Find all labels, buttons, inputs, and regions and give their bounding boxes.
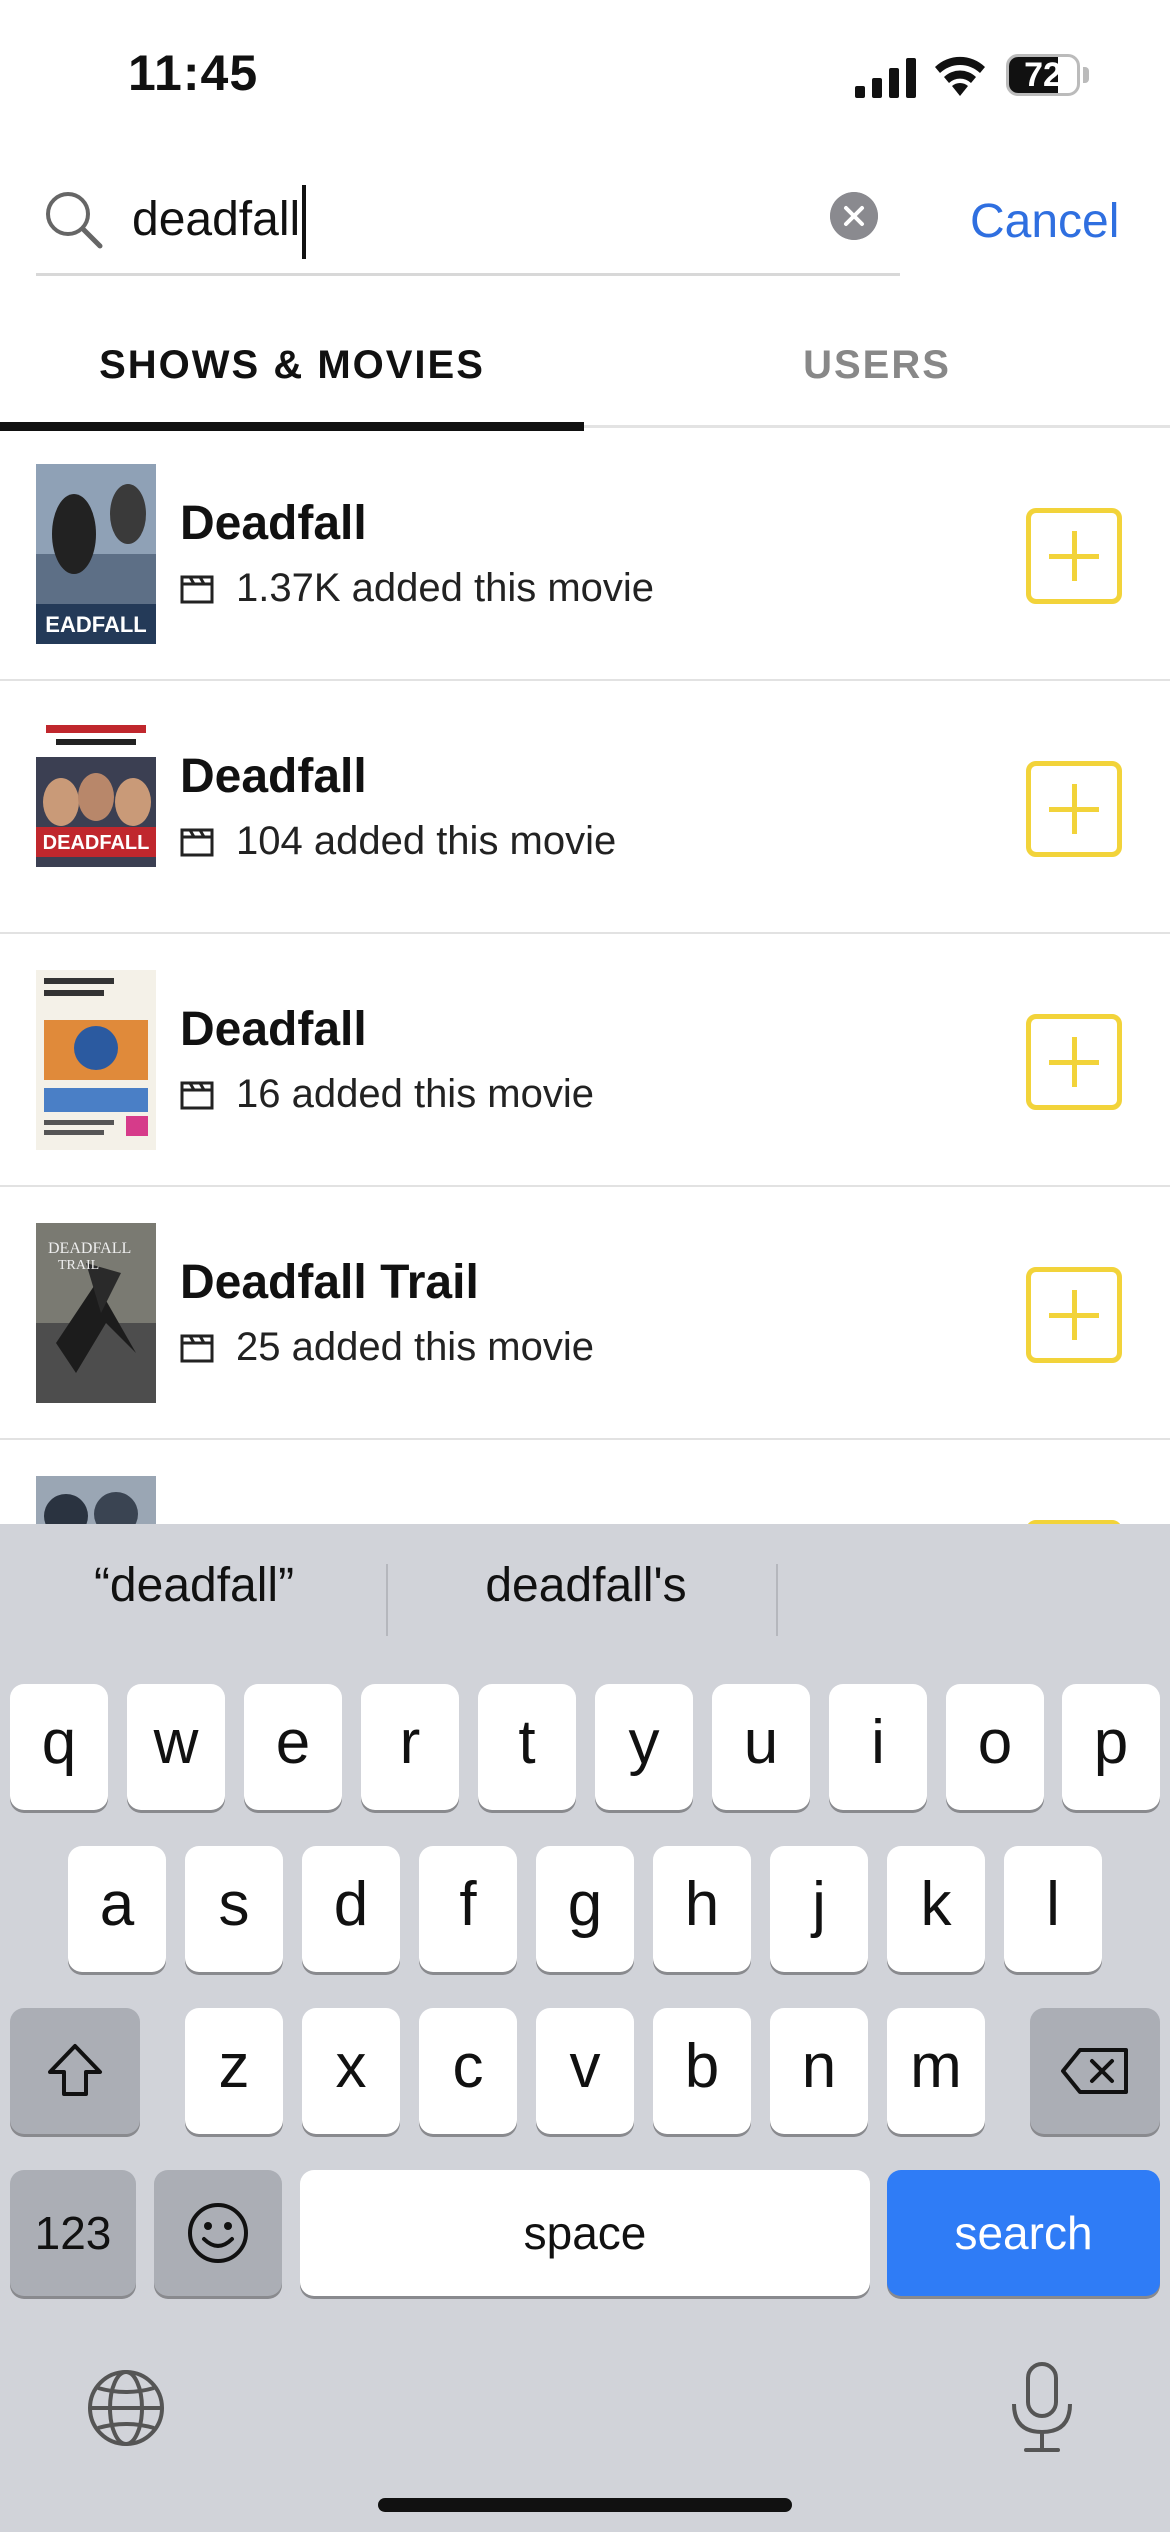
clear-search-icon[interactable] xyxy=(830,192,878,240)
movie-added-count: 16 added this movie xyxy=(180,1072,594,1117)
clapperboard-icon xyxy=(180,828,214,856)
svg-text:DEADFALL: DEADFALL xyxy=(48,1240,131,1257)
key-v[interactable]: v xyxy=(536,2008,634,2134)
list-item[interactable]: Deadfall 16 added this movie xyxy=(0,934,1170,1187)
add-button[interactable] xyxy=(1026,1267,1122,1363)
movie-added-count: 104 added this movie xyxy=(180,819,616,864)
battery-icon: 72 xyxy=(1006,54,1089,96)
key-m[interactable]: m xyxy=(887,2008,985,2134)
key-o[interactable]: o xyxy=(946,1684,1044,1810)
shift-icon xyxy=(48,2044,102,2096)
search-input[interactable]: deadfall xyxy=(132,182,307,260)
key-h[interactable]: h xyxy=(653,1846,751,1972)
key-k[interactable]: k xyxy=(887,1846,985,1972)
cancel-button[interactable]: Cancel xyxy=(970,194,1119,249)
add-button[interactable] xyxy=(1026,761,1122,857)
movie-poster xyxy=(36,1476,156,1524)
microphone-icon[interactable] xyxy=(1004,2360,1080,2456)
add-button[interactable] xyxy=(1026,1014,1122,1110)
emoji-key[interactable] xyxy=(154,2170,282,2296)
status-time: 11:45 xyxy=(128,45,259,101)
suggestion-item[interactable]: “deadfall” xyxy=(4,1558,384,1613)
key-y[interactable]: y xyxy=(595,1684,693,1810)
added-count-text: 16 added this movie xyxy=(236,1072,595,1116)
tab-users[interactable]: USERS xyxy=(584,330,1170,428)
added-count-text: 1.37K added this movie xyxy=(236,566,655,610)
results-list: EADFALL Deadfall 1.37K added this movie … xyxy=(0,428,1170,1524)
movie-title: Deadfall Trail xyxy=(180,1256,479,1309)
key-g[interactable]: g xyxy=(536,1846,634,1972)
text-caret xyxy=(302,185,307,260)
shift-key[interactable] xyxy=(10,2008,140,2134)
clapperboard-icon xyxy=(180,575,214,603)
backspace-key[interactable] xyxy=(1030,2008,1160,2134)
clapperboard-icon xyxy=(180,1334,214,1362)
keyboard: “deadfall” deadfall's q w e r t y u i o … xyxy=(0,1524,1170,2532)
search-query: deadfall xyxy=(132,193,301,246)
globe-icon[interactable] xyxy=(84,2366,168,2450)
added-count-text: 104 added this movie xyxy=(236,819,617,863)
key-p[interactable]: p xyxy=(1062,1684,1160,1810)
search-field[interactable]: deadfall xyxy=(36,170,900,276)
key-f[interactable]: f xyxy=(419,1846,517,1972)
key-j[interactable]: j xyxy=(770,1846,868,1972)
key-r[interactable]: r xyxy=(361,1684,459,1810)
tab-shows-movies[interactable]: SHOWS & MOVIES xyxy=(0,330,584,431)
status-bar: 11:45 72 xyxy=(0,0,1170,150)
wifi-icon xyxy=(935,56,985,96)
key-n[interactable]: n xyxy=(770,2008,868,2134)
svg-text:TRAIL: TRAIL xyxy=(58,1258,99,1273)
search-icon xyxy=(46,192,103,249)
key-z[interactable]: z xyxy=(185,2008,283,2134)
list-item[interactable]: EADFALL Deadfall 1.37K added this movie xyxy=(0,428,1170,681)
movie-title: Deadfall xyxy=(180,1003,367,1056)
key-i[interactable]: i xyxy=(829,1684,927,1810)
svg-text:EADFALL: EADFALL xyxy=(45,612,146,637)
added-count-text: 25 added this movie xyxy=(236,1325,595,1369)
list-item[interactable]: DEADFALL Deadfall 104 added this movie xyxy=(0,681,1170,934)
battery-level: 72 xyxy=(1024,56,1062,94)
key-s[interactable]: s xyxy=(185,1846,283,1972)
numbers-key[interactable]: 123 xyxy=(10,2170,136,2296)
search-key[interactable]: search xyxy=(887,2170,1160,2296)
list-item[interactable]: DEADFALL TRAIL Deadfall Trail 25 added t… xyxy=(0,1187,1170,1440)
tab-bar: SHOWS & MOVIES USERS xyxy=(0,330,1170,431)
key-l[interactable]: l xyxy=(1004,1846,1102,1972)
key-q[interactable]: q xyxy=(10,1684,108,1810)
search-bar: deadfall Cancel xyxy=(0,170,1170,280)
list-item-partial[interactable] xyxy=(0,1440,1170,1524)
cellular-signal-icon xyxy=(855,58,916,98)
movie-title: Deadfall xyxy=(180,497,367,550)
clapperboard-icon xyxy=(180,1081,214,1109)
backspace-icon xyxy=(1061,2048,1128,2094)
movie-added-count: 1.37K added this movie xyxy=(180,566,654,611)
movie-title: Deadfall xyxy=(180,750,367,803)
key-c[interactable]: c xyxy=(419,2008,517,2134)
key-u[interactable]: u xyxy=(712,1684,810,1810)
key-a[interactable]: a xyxy=(68,1846,166,1972)
movie-poster xyxy=(36,970,156,1150)
suggestion-bar: “deadfall” deadfall's xyxy=(0,1524,1170,1674)
suggestion-item[interactable]: deadfall's xyxy=(396,1558,776,1613)
key-w[interactable]: w xyxy=(127,1684,225,1810)
key-d[interactable]: d xyxy=(302,1846,400,1972)
key-x[interactable]: x xyxy=(302,2008,400,2134)
space-key[interactable]: space xyxy=(300,2170,870,2296)
emoji-icon xyxy=(188,2203,248,2263)
key-e[interactable]: e xyxy=(244,1684,342,1810)
svg-text:DEADFALL: DEADFALL xyxy=(43,832,150,854)
movie-poster: EADFALL xyxy=(36,464,156,644)
suggestion-divider xyxy=(776,1564,778,1636)
key-t[interactable]: t xyxy=(478,1684,576,1810)
home-indicator xyxy=(378,2498,792,2512)
movie-poster: DEADFALL TRAIL xyxy=(36,1223,156,1403)
key-b[interactable]: b xyxy=(653,2008,751,2134)
add-button[interactable] xyxy=(1026,508,1122,604)
movie-poster: DEADFALL xyxy=(36,717,156,897)
suggestion-divider xyxy=(386,1564,388,1636)
movie-added-count: 25 added this movie xyxy=(180,1325,594,1370)
